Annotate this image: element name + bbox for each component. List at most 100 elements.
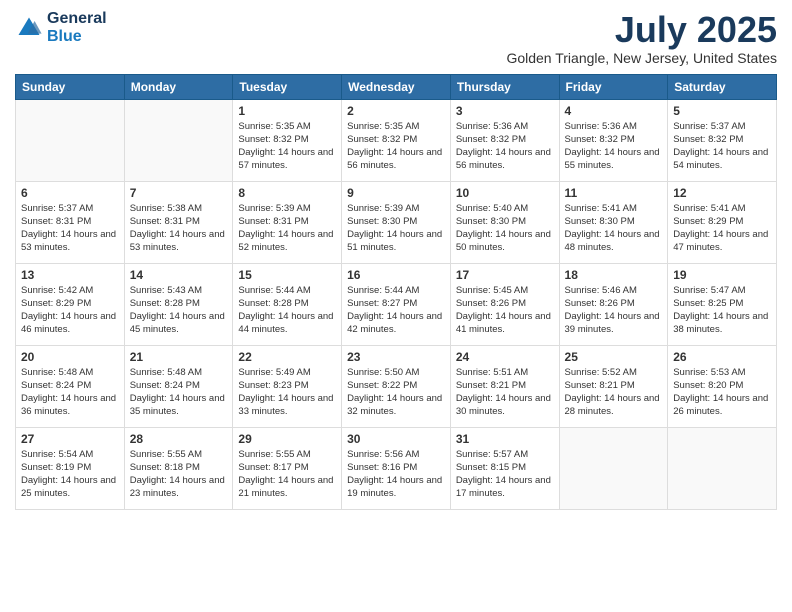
day-number: 7 — [130, 186, 228, 200]
col-thursday: Thursday — [450, 74, 559, 99]
day-number: 29 — [238, 432, 336, 446]
calendar-table: Sunday Monday Tuesday Wednesday Thursday… — [15, 74, 777, 510]
table-row: 19Sunrise: 5:47 AMSunset: 8:25 PMDayligh… — [668, 263, 777, 345]
table-row: 27Sunrise: 5:54 AMSunset: 8:19 PMDayligh… — [16, 427, 125, 509]
header: General Blue July 2025 Golden Triangle, … — [15, 10, 777, 66]
table-row: 9 Sunrise: 5:39 AMSunset: 8:30 PMDaylight… — [342, 181, 451, 263]
day-info: Sunrise: 5:43 AMSunset: 8:28 PMDaylight:… — [130, 284, 228, 337]
table-row: 23 Sunrise: 5:50 AMSunset: 8:22 PMDayligh… — [342, 345, 451, 427]
table-row: 25 Sunrise: 5:52 AMSunset: 8:21 PMDayligh… — [559, 345, 668, 427]
day-info: Sunrise: 5:44 AMSunset: 8:28 PMDaylight:… — [238, 284, 336, 337]
logo: General Blue — [15, 10, 107, 45]
day-number: 24 — [456, 350, 554, 364]
day-info: Sunrise: 5:42 AMSunset: 8:29 PMDaylight:… — [21, 284, 119, 337]
logo-general-text: General — [47, 10, 107, 28]
table-row: 28 Sunrise: 5:55 AMSunset: 8:18 PMDayligh… — [124, 427, 233, 509]
day-number: 9 — [347, 186, 445, 200]
table-row: 18 Sunrise: 5:46 AMSunset: 8:26 PMDayligh… — [559, 263, 668, 345]
calendar-week-2: 6 Sunrise: 5:37 AMSunset: 8:31 PMDaylight… — [16, 181, 777, 263]
day-info: Sunrise: 5:39 AMSunset: 8:31 PMDaylight:… — [238, 202, 336, 255]
day-number: 16 — [347, 268, 445, 282]
calendar-header-row: Sunday Monday Tuesday Wednesday Thursday… — [16, 74, 777, 99]
day-number: 3 — [456, 104, 554, 118]
month-title: July 2025 — [506, 10, 777, 50]
col-sunday: Sunday — [16, 74, 125, 99]
day-info: Sunrise: 5:49 AMSunset: 8:23 PMDaylight:… — [238, 366, 336, 419]
day-number: 12 — [673, 186, 771, 200]
day-info: Sunrise: 5:44 AMSunset: 8:27 PMDaylight:… — [347, 284, 445, 337]
col-friday: Friday — [559, 74, 668, 99]
table-row: 31 Sunrise: 5:57 AMSunset: 8:15 PMDayligh… — [450, 427, 559, 509]
day-number: 30 — [347, 432, 445, 446]
calendar-week-3: 13 Sunrise: 5:42 AMSunset: 8:29 PMDayligh… — [16, 263, 777, 345]
day-number: 1 — [238, 104, 336, 118]
calendar-week-4: 20Sunrise: 5:48 AMSunset: 8:24 PMDayligh… — [16, 345, 777, 427]
day-number: 23 — [347, 350, 445, 364]
day-info: Sunrise: 5:41 AMSunset: 8:30 PMDaylight:… — [565, 202, 663, 255]
table-row: 15 Sunrise: 5:44 AMSunset: 8:28 PMDayligh… — [233, 263, 342, 345]
day-info: Sunrise: 5:55 AMSunset: 8:18 PMDaylight:… — [130, 448, 228, 501]
table-row: 24Sunrise: 5:51 AMSunset: 8:21 PMDayligh… — [450, 345, 559, 427]
day-number: 13 — [21, 268, 119, 282]
day-info: Sunrise: 5:50 AMSunset: 8:22 PMDaylight:… — [347, 366, 445, 419]
day-info: Sunrise: 5:46 AMSunset: 8:26 PMDaylight:… — [565, 284, 663, 337]
table-row: 30 Sunrise: 5:56 AMSunset: 8:16 PMDayligh… — [342, 427, 451, 509]
col-tuesday: Tuesday — [233, 74, 342, 99]
table-row: 2Sunrise: 5:35 AMSunset: 8:32 PMDaylight… — [342, 99, 451, 181]
table-row: 21 Sunrise: 5:48 AMSunset: 8:24 PMDayligh… — [124, 345, 233, 427]
table-row: 14 Sunrise: 5:43 AMSunset: 8:28 PMDayligh… — [124, 263, 233, 345]
day-info: Sunrise: 5:52 AMSunset: 8:21 PMDaylight:… — [565, 366, 663, 419]
table-row: 29Sunrise: 5:55 AMSunset: 8:17 PMDayligh… — [233, 427, 342, 509]
day-number: 28 — [130, 432, 228, 446]
day-info: Sunrise: 5:37 AMSunset: 8:32 PMDaylight:… — [673, 120, 771, 173]
day-info: Sunrise: 5:48 AMSunset: 8:24 PMDaylight:… — [21, 366, 119, 419]
table-row: 6 Sunrise: 5:37 AMSunset: 8:31 PMDaylight… — [16, 181, 125, 263]
table-row: 20Sunrise: 5:48 AMSunset: 8:24 PMDayligh… — [16, 345, 125, 427]
table-row: 13 Sunrise: 5:42 AMSunset: 8:29 PMDayligh… — [16, 263, 125, 345]
day-info: Sunrise: 5:41 AMSunset: 8:29 PMDaylight:… — [673, 202, 771, 255]
day-number: 22 — [238, 350, 336, 364]
day-number: 15 — [238, 268, 336, 282]
day-info: Sunrise: 5:40 AMSunset: 8:30 PMDaylight:… — [456, 202, 554, 255]
day-info: Sunrise: 5:39 AMSunset: 8:30 PMDaylight:… — [347, 202, 445, 255]
day-number: 4 — [565, 104, 663, 118]
day-number: 8 — [238, 186, 336, 200]
day-number: 31 — [456, 432, 554, 446]
col-saturday: Saturday — [668, 74, 777, 99]
table-row: 11Sunrise: 5:41 AMSunset: 8:30 PMDayligh… — [559, 181, 668, 263]
logo-icon — [15, 14, 43, 42]
day-info: Sunrise: 5:38 AMSunset: 8:31 PMDaylight:… — [130, 202, 228, 255]
day-number: 14 — [130, 268, 228, 282]
day-info: Sunrise: 5:54 AMSunset: 8:19 PMDaylight:… — [21, 448, 119, 501]
day-info: Sunrise: 5:48 AMSunset: 8:24 PMDaylight:… — [130, 366, 228, 419]
table-row: 4 Sunrise: 5:36 AMSunset: 8:32 PMDaylight… — [559, 99, 668, 181]
calendar-week-1: 1 Sunrise: 5:35 AMSunset: 8:32 PMDaylight… — [16, 99, 777, 181]
page: General Blue July 2025 Golden Triangle, … — [0, 0, 792, 612]
day-number: 18 — [565, 268, 663, 282]
day-info: Sunrise: 5:37 AMSunset: 8:31 PMDaylight:… — [21, 202, 119, 255]
table-row — [668, 427, 777, 509]
day-info: Sunrise: 5:36 AMSunset: 8:32 PMDaylight:… — [565, 120, 663, 173]
day-info: Sunrise: 5:35 AMSunset: 8:32 PMDaylight:… — [347, 120, 445, 173]
day-info: Sunrise: 5:53 AMSunset: 8:20 PMDaylight:… — [673, 366, 771, 419]
day-number: 6 — [21, 186, 119, 200]
table-row: 1Sunrise: 5:35 AMSunset: 8:32 PMDaylight… — [233, 99, 342, 181]
day-number: 26 — [673, 350, 771, 364]
day-number: 21 — [130, 350, 228, 364]
table-row: 8 Sunrise: 5:39 AMSunset: 8:31 PMDaylight… — [233, 181, 342, 263]
day-info: Sunrise: 5:56 AMSunset: 8:16 PMDaylight:… — [347, 448, 445, 501]
table-row: 16 Sunrise: 5:44 AMSunset: 8:27 PMDayligh… — [342, 263, 451, 345]
day-info: Sunrise: 5:36 AMSunset: 8:32 PMDaylight:… — [456, 120, 554, 173]
day-number: 25 — [565, 350, 663, 364]
day-info: Sunrise: 5:57 AMSunset: 8:15 PMDaylight:… — [456, 448, 554, 501]
day-info: Sunrise: 5:45 AMSunset: 8:26 PMDaylight:… — [456, 284, 554, 337]
day-number: 5 — [673, 104, 771, 118]
table-row: 12 Sunrise: 5:41 AMSunset: 8:29 PMDayligh… — [668, 181, 777, 263]
table-row: 22 Sunrise: 5:49 AMSunset: 8:23 PMDayligh… — [233, 345, 342, 427]
table-row — [124, 99, 233, 181]
table-row: 26 Sunrise: 5:53 AMSunset: 8:20 PMDayligh… — [668, 345, 777, 427]
col-monday: Monday — [124, 74, 233, 99]
table-row: 5 Sunrise: 5:37 AMSunset: 8:32 PMDaylight… — [668, 99, 777, 181]
day-number: 17 — [456, 268, 554, 282]
title-section: July 2025 Golden Triangle, New Jersey, U… — [506, 10, 777, 66]
